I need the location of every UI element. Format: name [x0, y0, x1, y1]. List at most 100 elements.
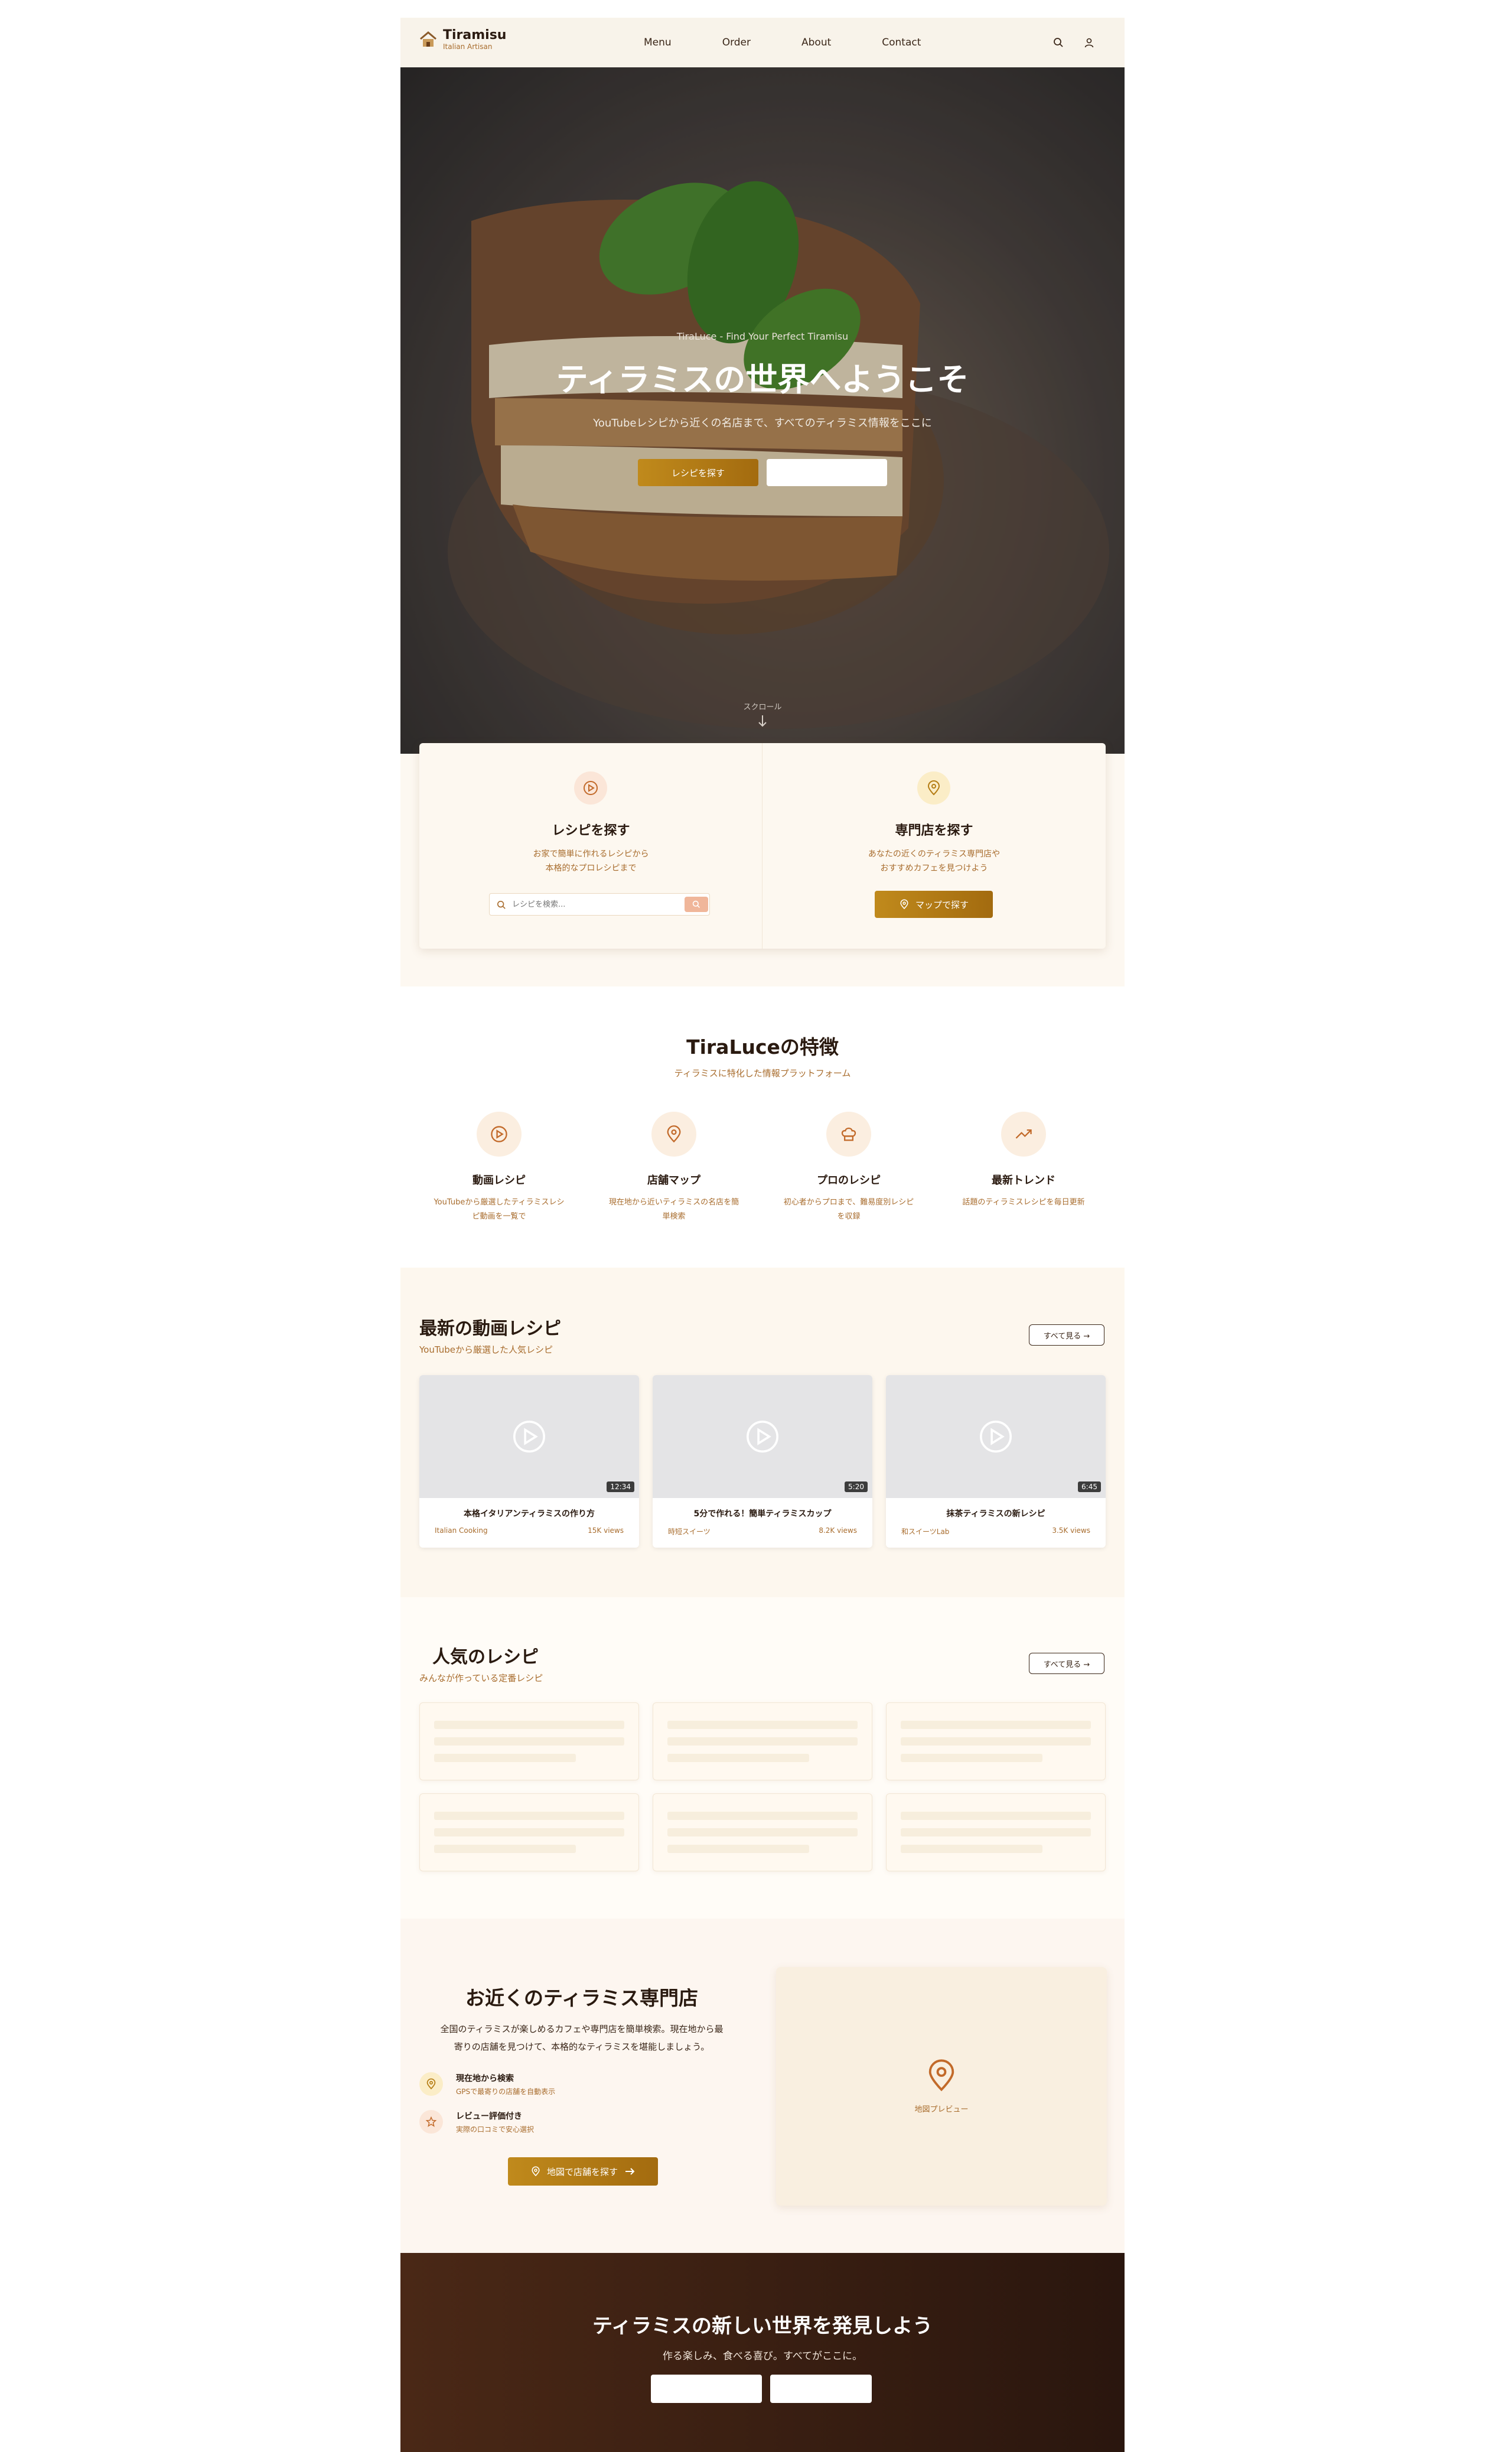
nav-link-order[interactable]: Order [722, 37, 751, 48]
shops-feature1-circle [419, 2072, 443, 2096]
feature-desc: 現在地から近いティラミスの名店を簡 単検索 [594, 1196, 754, 1224]
feature-desc: YouTubeから厳選したティラミスレシ ピ動画を一覧で [419, 1196, 579, 1224]
trending-icon [1015, 1129, 1032, 1139]
recipe-search-input[interactable] [512, 897, 672, 911]
user-button[interactable] [1078, 32, 1100, 53]
play-icon [491, 1126, 507, 1142]
home-logo-icon [420, 31, 436, 47]
cta-secondary-button[interactable] [770, 2375, 872, 2403]
video-duration: 12:34 [607, 1481, 634, 1492]
shop-panel-desc-1: あなたの近くのティラミス専門店や [868, 849, 1001, 859]
cta-title: ティラミスの新しい世界を発見しよう [592, 2314, 933, 2338]
nav-link-about[interactable]: About [801, 37, 831, 48]
shops-desc-line: 寄りの店舗を見つけて、本格的なティラミスを堪能しましょう。 [454, 2041, 710, 2052]
recipe-card-skeleton[interactable] [419, 1702, 639, 1780]
shops-map-button-label: 地図で店舗を探す [546, 2166, 618, 2177]
videos-title: 最新の動画レシピ [419, 1318, 561, 1339]
video-views: 3.5K views [1052, 1526, 1090, 1535]
shops-feature2-desc: 実際の口コミで安心選択 [456, 2125, 535, 2134]
recipe-search-submit[interactable] [685, 897, 708, 912]
video-title[interactable]: 抹茶ティラミスの新レシピ [886, 1507, 1106, 1519]
shop-panel-desc-2: おすすめカフェを見つけよう [880, 864, 988, 873]
video-views: 15K views [588, 1526, 624, 1535]
recipe-card-skeleton[interactable] [886, 1702, 1106, 1780]
popular-see-all-button[interactable]: すべて見る → [1029, 1653, 1104, 1674]
shops-map-button[interactable]: 地図で店舗を探す [508, 2157, 658, 2186]
feature-circle [651, 1112, 696, 1157]
map-preview[interactable]: 地図プレビュー [776, 1967, 1107, 2206]
cta-primary-button[interactable] [651, 2375, 762, 2403]
recipe-card-skeleton[interactable] [886, 1793, 1106, 1871]
search-card: レシピを探す お家で簡単に作れるレシピから 本格的なプロレシピまで 専門店を探す… [419, 743, 1106, 949]
play-icon [747, 1421, 778, 1453]
map-pin-icon [927, 780, 940, 796]
map-preview-label: 地図プレビュー [914, 2105, 969, 2114]
video-card[interactable]: 12:34 本格イタリアンティラミスの作り方 Italian Cooking 15… [419, 1375, 639, 1548]
map-search-button[interactable]: マップで探す [875, 891, 993, 918]
star-icon [425, 2116, 437, 2127]
video-title[interactable]: 5分で作れる！簡単ティラミスカップ [653, 1507, 872, 1519]
hero-title: ティラミスの世界へようこそ [556, 361, 969, 398]
feature-shop-map: 店舗マップ 現在地から近いティラミスの名店を簡 単検索 [594, 1112, 754, 1224]
hero-eyebrow: TiraLuce - Find Your Perfect Tiramisu [676, 331, 849, 342]
video-channel: 和スイーツLab [901, 1528, 950, 1536]
feature-circle [477, 1112, 522, 1157]
video-thumbnail[interactable]: 12:34 [419, 1375, 639, 1498]
feature-desc-line: 現在地から近いティラミスの名店を簡 [608, 1198, 739, 1207]
feature-desc-line: 単検索 [662, 1212, 686, 1221]
search-icon [497, 900, 506, 909]
scroll-hint[interactable]: スクロール [400, 701, 1125, 731]
nav-link-contact[interactable]: Contact [882, 37, 921, 48]
shops-feature1-title: 現在地から検索 [456, 2074, 514, 2083]
shops-feature2-title: レビュー評価付き [456, 2112, 522, 2121]
feature-circle [1001, 1112, 1046, 1157]
videos-see-all-button[interactable]: すべて見る → [1029, 1324, 1104, 1346]
scroll-label: スクロール [743, 703, 782, 712]
nav-links: Menu Order About Contact [644, 18, 972, 67]
video-duration: 6:45 [1078, 1481, 1101, 1492]
logo-subtitle: Italian Artisan [443, 43, 493, 51]
recipe-card-skeleton[interactable] [653, 1793, 872, 1871]
video-views: 8.2K views [819, 1526, 857, 1535]
popular-title: 人気のレシピ [432, 1647, 539, 1668]
recipe-panel-title: レシピを探す [552, 823, 630, 838]
arrow-down-icon [758, 715, 767, 727]
search-button[interactable] [1048, 32, 1069, 53]
nav-link-menu[interactable]: Menu [644, 37, 672, 48]
feature-desc-line: ピ動画を一覧で [472, 1212, 526, 1221]
video-thumbnail[interactable]: 6:45 [886, 1375, 1106, 1498]
logo[interactable]: Tiramisu Italian Artisan [418, 28, 506, 51]
map-pin-icon [667, 1125, 681, 1143]
popular-subtitle: みんなが作っている定番レシピ [419, 1673, 543, 1683]
feature-desc: 初心者からプロまで、難易度別レシピ を収録 [769, 1196, 928, 1224]
recipe-card-skeleton[interactable] [653, 1702, 872, 1780]
recipe-card-skeleton[interactable] [419, 1793, 639, 1871]
feature-video-recipe: 動画レシピ YouTubeから厳選したティラミスレシ ピ動画を一覧で [419, 1112, 579, 1224]
map-pin-icon [928, 2059, 954, 2092]
play-icon [584, 781, 598, 795]
hero-secondary-button[interactable] [767, 459, 887, 486]
user-icon [1084, 38, 1094, 48]
video-channel: Italian Cooking [435, 1526, 488, 1535]
tiramisu-image [400, 67, 1125, 754]
hero-section: TiraLuce - Find Your Perfect Tiramisu ティ… [400, 67, 1125, 754]
video-card[interactable]: 5:20 5分で作れる！簡単ティラミスカップ 時短スイーツ 8.2K views [653, 1375, 872, 1548]
feature-desc-line: 話題のティラミスレシピを毎日更新 [962, 1198, 1085, 1207]
chef-hat-icon [841, 1127, 856, 1141]
video-meta: 和スイーツLab 3.5K views [901, 1526, 1090, 1536]
hero-description: YouTubeレシピから近くの名店まで、すべてのティラミス情報をここに [593, 417, 932, 429]
map-pin-icon [532, 2166, 540, 2177]
map-pin-icon [426, 2078, 436, 2090]
video-title[interactable]: 本格イタリアンティラミスの作り方 [419, 1507, 639, 1519]
play-icon [513, 1421, 545, 1453]
video-card[interactable]: 6:45 抹茶ティラミスの新レシピ 和スイーツLab 3.5K views [886, 1375, 1106, 1548]
video-duration: 5:20 [845, 1481, 868, 1492]
video-thumbnail[interactable]: 5:20 [653, 1375, 872, 1498]
recipe-panel-desc-2: 本格的なプロレシピまで [545, 864, 637, 873]
feature-trend: 最新トレンド 話題のティラミスレシピを毎日更新 [944, 1112, 1103, 1210]
shop-panel-title: 専門店を探す [895, 823, 973, 838]
shops-desc-line: 全国のティラミスが楽しめるカフェや専門店を簡単検索。現在地から最 [440, 2024, 724, 2034]
hero-recipe-button[interactable]: レシピを探す [638, 459, 758, 486]
feature-pro-recipe: プロのレシピ 初心者からプロまで、難易度別レシピ を収録 [769, 1112, 928, 1224]
logo-title: Tiramisu [443, 28, 507, 43]
